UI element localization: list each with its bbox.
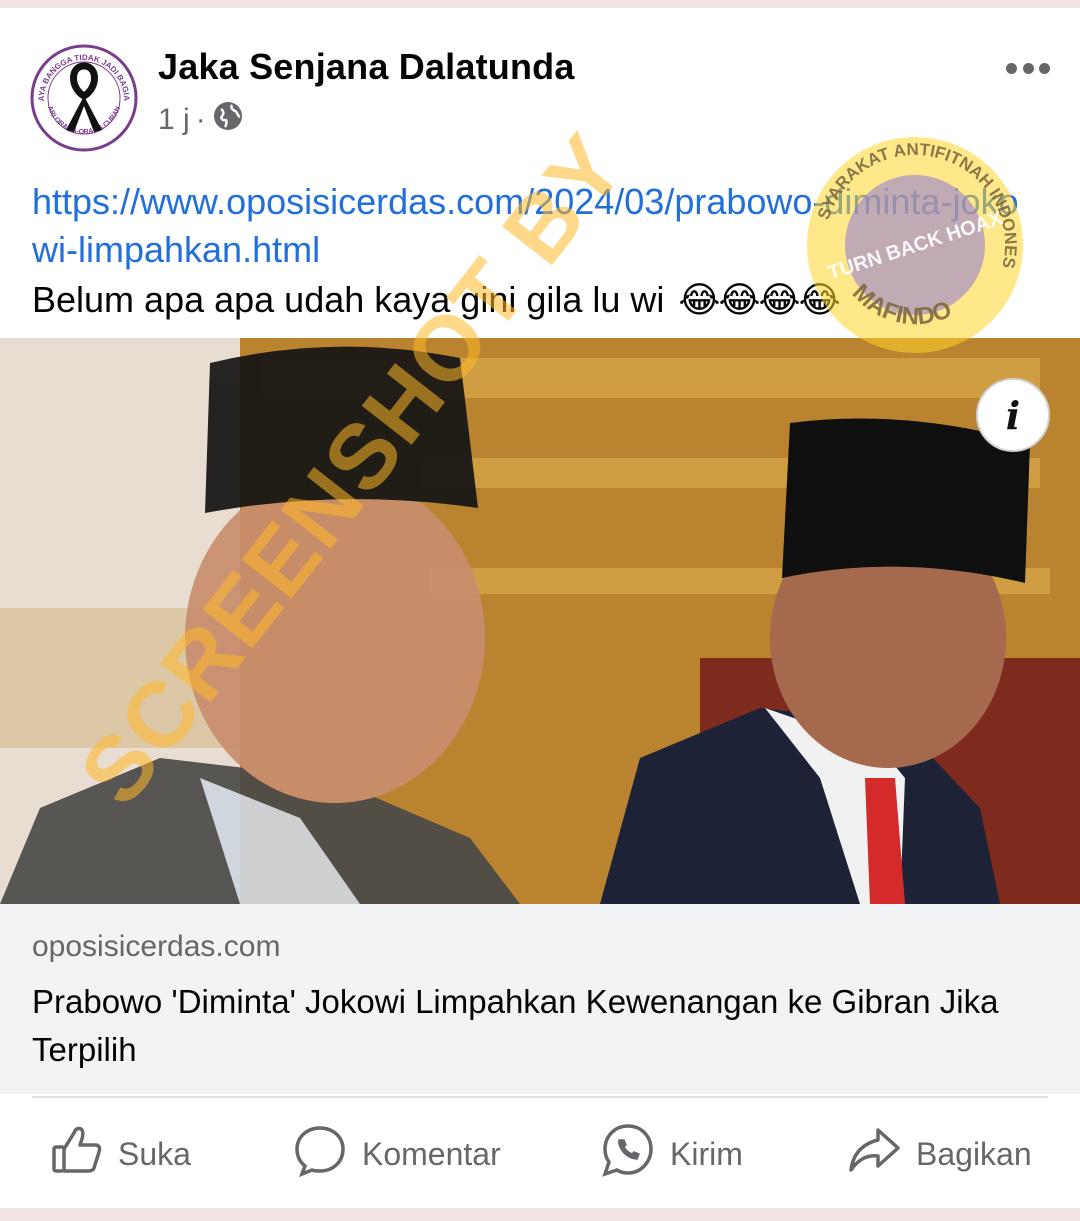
send-label: Kirim <box>670 1135 743 1172</box>
share-label: Bagikan <box>916 1135 1032 1172</box>
whatsapp-icon <box>600 1122 670 1186</box>
post-meta: 1 j · <box>158 100 244 140</box>
comment-icon <box>292 1122 362 1186</box>
post-time[interactable]: 1 j <box>158 103 190 137</box>
info-button[interactable]: i <box>976 378 1050 452</box>
link-preview[interactable]: oposisicerdas.com Prabowo 'Diminta' Joko… <box>0 904 1080 1094</box>
more-dot <box>1006 62 1017 74</box>
action-bar: Suka Komentar Kirim Bagikan <box>0 1108 1080 1208</box>
globe-icon <box>212 100 244 140</box>
preview-photo[interactable] <box>0 338 1080 904</box>
more-dot <box>1022 62 1034 74</box>
preview-domain: oposisicerdas.com <box>32 930 281 963</box>
more-options-button[interactable] <box>1006 60 1050 76</box>
like-button[interactable]: Suka <box>50 1124 191 1184</box>
post-caption: Belum apa apa udah kaya gini gila lu wi 😂… <box>32 276 841 324</box>
post-link[interactable]: https://www.oposisicerdas.com/2024/03/pr… <box>32 178 1042 274</box>
preview-headline: Prabowo 'Diminta' Jokowi Limpahkan Kewen… <box>32 983 999 1068</box>
meta-separator: · <box>195 103 206 136</box>
divider <box>32 1096 1048 1098</box>
post-author-name[interactable]: Jaka Senjana Dalatunda <box>158 46 575 88</box>
share-button[interactable]: Bagikan <box>846 1124 1032 1184</box>
thumbs-up-icon <box>50 1123 118 1185</box>
share-arrow-icon <box>846 1122 916 1186</box>
send-button[interactable]: Kirim <box>600 1124 743 1184</box>
avatar[interactable]: SAYA BANGGA TIDAK JADI BAGIAN DARI ORANG… <box>30 44 138 152</box>
caption-text: Belum apa apa udah kaya gini gila lu wi <box>32 279 665 320</box>
more-dot <box>1039 62 1050 74</box>
comment-label: Komentar <box>362 1135 501 1172</box>
laughing-emojis: 😂😂😂😂 <box>678 279 840 320</box>
like-label: Suka <box>118 1135 191 1172</box>
facebook-post-card: SAYA BANGGA TIDAK JADI BAGIAN DARI ORANG… <box>0 8 1080 1208</box>
comment-button[interactable]: Komentar <box>292 1124 501 1184</box>
